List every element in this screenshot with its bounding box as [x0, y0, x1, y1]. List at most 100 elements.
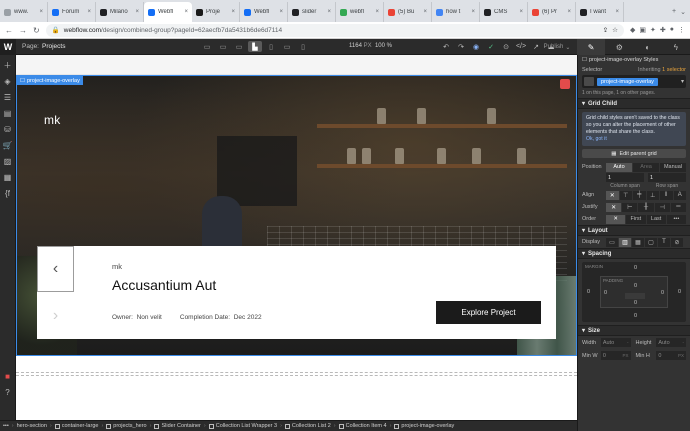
- browser-tab[interactable]: webfl ×: [336, 2, 384, 22]
- record-icon[interactable]: ■: [1, 369, 15, 383]
- extension-icon[interactable]: ✦: [650, 26, 656, 34]
- undo-icon[interactable]: ↶: [440, 41, 452, 52]
- tab-close-icon[interactable]: ×: [231, 9, 235, 15]
- order-auto-icon[interactable]: ✕: [606, 214, 626, 224]
- audit-icon[interactable]: ⊙: [500, 41, 512, 52]
- reload-icon[interactable]: ↻: [33, 26, 40, 35]
- browser-tab[interactable]: Webfl ×: [240, 2, 288, 22]
- position-auto[interactable]: Auto: [606, 162, 632, 172]
- style-selectors-icon[interactable]: ▦: [1, 170, 15, 184]
- slider-prev-button[interactable]: ‹: [37, 246, 74, 292]
- align-center-icon[interactable]: ╪: [633, 190, 646, 200]
- puzzle-icon[interactable]: ✚: [660, 26, 666, 34]
- browser-tab[interactable]: I want ×: [576, 2, 624, 22]
- padding-right-value[interactable]: 0: [661, 290, 664, 296]
- grid-settings-handle[interactable]: [560, 79, 570, 89]
- new-tab-icon[interactable]: +: [672, 8, 676, 16]
- breadcrumb-item[interactable]: Collection List Wrapper 3: [206, 423, 280, 429]
- selected-element-label[interactable]: ☐ project-image-overlay: [17, 76, 83, 85]
- redo-icon[interactable]: ↷: [455, 41, 467, 52]
- layout-section-header[interactable]: ▾ Layout: [578, 225, 690, 236]
- project-card[interactable]: ‹ › mk Accusantium Aut Owner: Non velit …: [37, 246, 556, 339]
- tab-close-icon[interactable]: ×: [375, 9, 379, 15]
- inheriting-info[interactable]: Inheriting 1 selector: [638, 67, 686, 73]
- tab-close-icon[interactable]: ×: [519, 9, 523, 15]
- edit-parent-grid-button[interactable]: ▦ Edit parent grid: [582, 149, 686, 158]
- height-input[interactable]: Auto -: [656, 338, 687, 347]
- padding-bottom-value[interactable]: 0: [634, 300, 637, 306]
- row-span-input[interactable]: 1: [648, 173, 686, 182]
- justify-auto-icon[interactable]: ✕: [606, 202, 622, 212]
- class-selector-field[interactable]: project-image-overlay ▾: [582, 75, 686, 88]
- width-input[interactable]: Auto -: [600, 338, 631, 347]
- mobile-landscape-breakpoint-icon[interactable]: ▭: [280, 41, 294, 52]
- preview-eye-icon[interactable]: ◉: [470, 41, 482, 52]
- page-selector[interactable]: Page: Projects: [16, 43, 65, 50]
- profile-avatar[interactable]: ●: [670, 26, 674, 34]
- size-section-header[interactable]: ▾ Size: [578, 325, 690, 336]
- display-grid-icon[interactable]: ▦: [632, 237, 644, 247]
- justify-end-icon[interactable]: ⊣: [654, 202, 670, 212]
- tab-close-icon[interactable]: ×: [615, 9, 619, 15]
- margin-left-value[interactable]: 0: [587, 289, 590, 295]
- margin-bottom-value[interactable]: 0: [634, 313, 637, 319]
- align-auto-icon[interactable]: ✕: [606, 190, 619, 200]
- spacing-box-model[interactable]: MARGIN 0 0 0 0 PADDING 0 0 0 0: [582, 262, 686, 322]
- desktop-breakpoint-icon[interactable]: ▙: [248, 41, 262, 52]
- share-icon[interactable]: ⇪: [603, 26, 608, 34]
- display-none-icon[interactable]: ⊘: [671, 237, 683, 247]
- code-export-icon[interactable]: </>: [515, 41, 527, 52]
- bookmark-star-icon[interactable]: ☆: [612, 26, 618, 34]
- large-desktop-breakpoint-icon[interactable]: ▭: [200, 41, 214, 52]
- hero-logo[interactable]: mk: [44, 113, 61, 127]
- logic-icon[interactable]: {f: [1, 186, 15, 200]
- design-canvas[interactable]: ☐ project-image-overlay mk ‹ › mk Accusa…: [16, 55, 577, 420]
- settings-gear-icon[interactable]: ⚙: [605, 39, 633, 55]
- min-w-input[interactable]: 0 PX: [600, 351, 631, 360]
- breadcrumb-item[interactable]: container-large: [52, 423, 102, 429]
- display-block-icon[interactable]: ▭: [606, 237, 618, 247]
- position-area[interactable]: Area: [633, 162, 659, 172]
- display-inline-block-icon[interactable]: ▢: [645, 237, 657, 247]
- interactions-bolt-icon[interactable]: ϟ: [662, 39, 690, 55]
- tab-close-icon[interactable]: ×: [279, 9, 283, 15]
- breadcrumb-item[interactable]: Collection Item 4: [336, 423, 390, 429]
- display-flex-icon[interactable]: ▥: [619, 237, 631, 247]
- add-element-icon[interactable]: ＋: [1, 58, 15, 72]
- min-h-input[interactable]: 0 PX: [656, 351, 687, 360]
- browser-tab[interactable]: (5) Bu ×: [384, 2, 432, 22]
- browser-tab[interactable]: Forum ×: [48, 2, 96, 22]
- slider-next-button[interactable]: ›: [37, 292, 74, 339]
- tablet-breakpoint-icon[interactable]: ▯: [264, 41, 278, 52]
- chevron-down-icon[interactable]: ▾: [681, 78, 684, 85]
- browser-tab[interactable]: CMS ×: [480, 2, 528, 22]
- more-menu-icon[interactable]: ⋮: [678, 26, 685, 34]
- publish-button[interactable]: Publish ⌄: [540, 42, 574, 52]
- back-icon[interactable]: ←: [5, 26, 13, 35]
- tab-close-icon[interactable]: ×: [423, 9, 427, 15]
- align-baseline-icon[interactable]: A: [673, 190, 686, 200]
- breadcrumb-item[interactable]: project-image-overlay: [391, 423, 457, 429]
- browser-tab[interactable]: (6) Pr ×: [528, 2, 576, 22]
- column-span-input[interactable]: 1: [606, 173, 644, 182]
- extension-icon[interactable]: ◆: [630, 26, 635, 34]
- browser-tab[interactable]: www. ×: [0, 2, 48, 22]
- align-start-icon[interactable]: ⊤: [619, 190, 632, 200]
- browser-tab[interactable]: Milano ×: [96, 2, 144, 22]
- hero-image-section[interactable]: ☐ project-image-overlay mk ‹ › mk Accusa…: [16, 75, 577, 356]
- display-inline-icon[interactable]: T: [658, 237, 670, 247]
- tab-close-icon[interactable]: ×: [39, 9, 43, 15]
- class-pill[interactable]: project-image-overlay: [597, 77, 658, 86]
- webflow-logo[interactable]: W: [0, 38, 16, 55]
- help-icon[interactable]: ?: [1, 385, 15, 399]
- navigator-icon[interactable]: ☰: [1, 90, 15, 104]
- justify-start-icon[interactable]: ⊢: [622, 202, 638, 212]
- tab-close-icon[interactable]: ×: [87, 9, 91, 15]
- checkmark-icon[interactable]: ✓: [485, 41, 497, 52]
- breadcrumb-item[interactable]: hero-section: [14, 423, 50, 429]
- browser-tab[interactable]: Webfl ×: [144, 2, 192, 22]
- explore-project-button[interactable]: Explore Project: [436, 301, 541, 324]
- align-stretch-icon[interactable]: ‖: [660, 190, 673, 200]
- padding-top-value[interactable]: 0: [634, 283, 637, 289]
- order-more-icon[interactable]: •••: [666, 214, 686, 224]
